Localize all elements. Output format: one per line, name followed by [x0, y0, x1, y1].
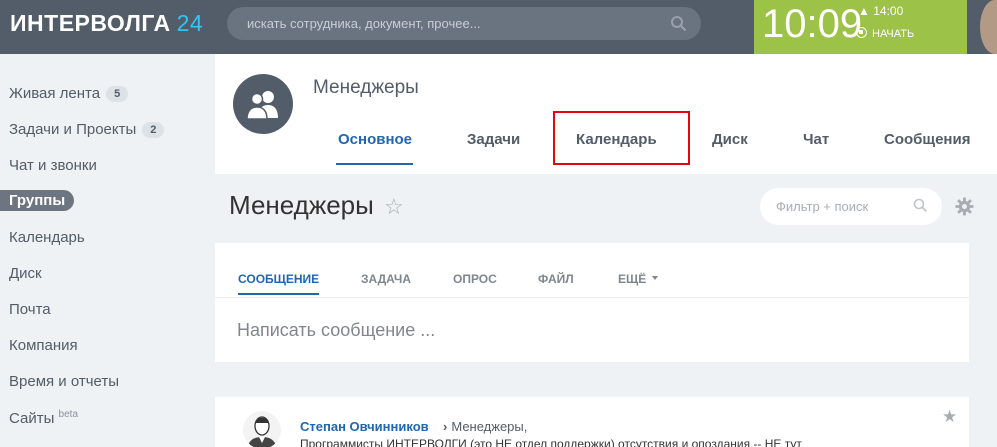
timeman-widget[interactable]: 10:09 ▲ 14:00 НАЧАТЬ [754, 0, 967, 54]
compose-message-input[interactable]: Написать сообщение ... [237, 320, 435, 341]
menu-item-label: Задачи и Проекты [9, 121, 137, 138]
tab-tasks[interactable]: Задачи [467, 131, 520, 148]
beta-label: beta [58, 409, 79, 420]
active-tab-underline [238, 293, 319, 295]
menu-item-time-reports[interactable]: Время и отчеты [9, 373, 119, 390]
left-menu: Живая лента 5 Задачи и Проекты 2 Чат и зво… [0, 54, 214, 447]
user-avatar[interactable] [980, 0, 997, 54]
tab-main[interactable]: Основное [338, 131, 412, 148]
menu-item-disk[interactable]: Диск [9, 265, 42, 282]
active-tab-underline [336, 163, 413, 165]
top-bar: ИНТЕРВОЛГА 24 искать сотрудника, документ… [0, 0, 997, 54]
menu-item-sites[interactable]: Сайты beta [9, 409, 78, 427]
search-icon[interactable] [913, 198, 928, 213]
filter-placeholder: Фильтр + поиск [776, 199, 869, 214]
tab-message[interactable]: СООБЩЕНИЕ [238, 272, 319, 286]
gear-icon[interactable] [955, 197, 974, 216]
logo-accent: 24 [176, 10, 204, 36]
search-placeholder: искать сотрудника, документ, прочее... [247, 16, 481, 31]
menu-item-live-feed[interactable]: Живая лента 5 [9, 85, 129, 102]
tab-messages[interactable]: Сообщения [884, 131, 970, 148]
search-icon[interactable] [670, 15, 687, 32]
menu-item-calendar[interactable]: Календарь [9, 229, 85, 246]
tab-more[interactable]: ЕЩЁ [618, 272, 659, 286]
alarm: ▲ 14:00 [858, 4, 903, 18]
chevron-right-icon: › [443, 419, 448, 434]
tab-file[interactable]: ФАЙЛ [538, 272, 574, 286]
menu-item-tasks[interactable]: Задачи и Проекты 2 [9, 121, 165, 138]
caret-down-icon [652, 276, 659, 280]
search-input[interactable]: искать сотрудника, документ, прочее... [227, 7, 701, 40]
menu-item-chat[interactable]: Чат и звонки [9, 157, 97, 174]
logo[interactable]: ИНТЕРВОЛГА 24 [10, 10, 203, 37]
start-label: НАЧАТЬ [872, 28, 915, 40]
logo-main: ИНТЕРВОЛГА [10, 10, 171, 36]
divider [215, 297, 969, 298]
counter-badge: 5 [106, 86, 129, 102]
tab-disk[interactable]: Диск [712, 131, 748, 148]
post-destination[interactable]: › Менеджеры, [443, 419, 527, 434]
alarm-time: 14:00 [873, 4, 904, 18]
group-avatar[interactable] [233, 74, 293, 134]
tab-poll[interactable]: ОПРОС [453, 272, 497, 286]
group-name: Менеджеры [313, 77, 419, 98]
filter-search-input[interactable]: Фильтр + поиск [760, 188, 942, 225]
bell-icon: ▲ [858, 4, 870, 18]
post-text: Программисты ИНТЕРВОЛГИ (это НЕ отдел по… [300, 437, 802, 447]
counter-badge: 2 [142, 122, 165, 138]
author-avatar[interactable] [243, 411, 281, 447]
star-icon[interactable]: ☆ [384, 194, 404, 220]
person-icon [247, 416, 277, 447]
tab-more-label: ЕЩЁ [618, 272, 647, 286]
destination-label: Менеджеры, [451, 419, 528, 434]
menu-item-company[interactable]: Компания [9, 337, 78, 354]
tab-chat[interactable]: Чат [803, 131, 829, 148]
menu-item-groups[interactable]: Группы [0, 190, 75, 211]
users-icon [246, 91, 278, 120]
page-title: Менеджеры [229, 190, 374, 220]
clock: 10:09 [762, 2, 863, 46]
start-workday-button[interactable]: НАЧАТЬ [856, 27, 914, 40]
calendar-tab-highlight [553, 111, 690, 165]
menu-item-label: Сайты [9, 410, 55, 427]
stop-circle-icon [856, 27, 867, 38]
post-author-link[interactable]: Степан Овчинников [300, 419, 429, 434]
star-icon[interactable]: ★ [942, 407, 957, 427]
tab-task[interactable]: ЗАДАЧА [361, 272, 411, 286]
menu-item-label: Живая лента [9, 85, 101, 102]
post-form: СООБЩЕНИЕ ЗАДАЧА ОПРОС ФАЙЛ ЕЩЁ Написать… [215, 243, 969, 362]
menu-item-mail[interactable]: Почта [9, 301, 51, 318]
feed-post: Степан Овчинников › Менеджеры, Программис… [215, 397, 969, 447]
